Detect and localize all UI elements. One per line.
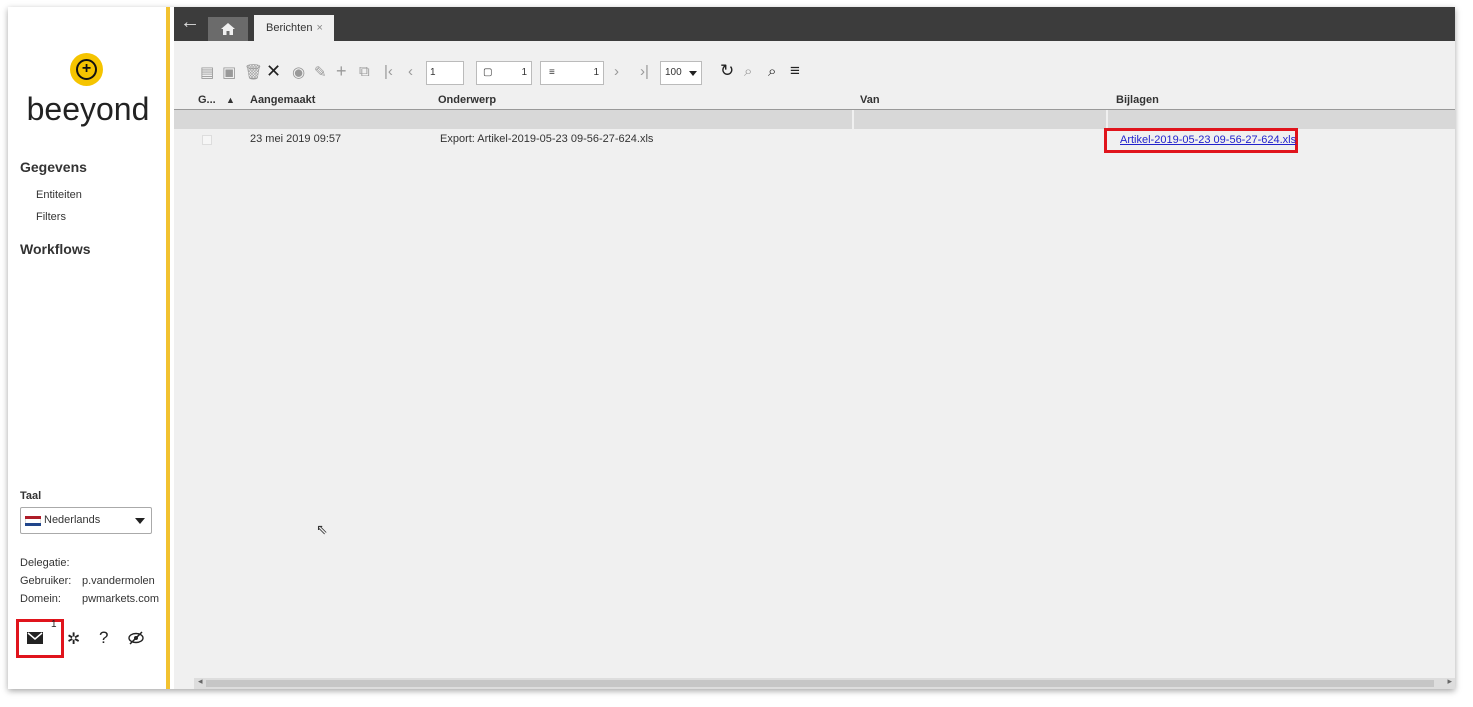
nav-section-gegevens[interactable]: Gegevens [20, 159, 87, 175]
pages-icon: ▢ [483, 67, 493, 78]
hidden-eye-icon[interactable] [128, 631, 144, 650]
column-header-aangemaakt[interactable]: Aangemaakt [250, 94, 315, 106]
save-icon: ▤ [200, 64, 215, 81]
scrollbar-thumb[interactable] [206, 680, 1434, 687]
page-size-select[interactable]: 100 [660, 61, 702, 85]
gebruiker-label: Gebruiker: [20, 575, 72, 587]
chevron-down-icon [135, 518, 145, 524]
horizontal-scrollbar[interactable]: ◂ ▸ [194, 676, 1455, 689]
column-header-bijlagen[interactable]: Bijlagen [1116, 94, 1159, 106]
help-icon[interactable]: ? [99, 628, 108, 648]
attachment-link[interactable]: Artikel-2019-05-23 09-56-27-624.xls [1120, 134, 1296, 146]
tab-berichten[interactable]: Berichten × [254, 15, 334, 41]
menu-icon[interactable]: ≡ [790, 61, 800, 81]
mail-count-badge: 1 [51, 619, 57, 630]
clear-search-icon[interactable]: ⌕ [768, 63, 776, 80]
edit-icon: ✎ [314, 64, 327, 81]
page-size-value: 100 [665, 67, 682, 78]
last-page-icon: ›| [640, 63, 649, 80]
page-number-input[interactable]: 1 [426, 61, 464, 85]
home-tab[interactable] [208, 17, 248, 41]
logo: + beeyond [18, 53, 158, 128]
main-content: ▤ ▣ 🗑 ✕ ◉ ✎ + ⧉ |‹ ‹ 1 ▢ 1 ≡ 1 › ›| 100 [174, 41, 1455, 689]
trash-icon: 🗑 [244, 64, 264, 81]
nav-section-workflows[interactable]: Workflows [20, 241, 91, 257]
pages-count-field: ▢ 1 [476, 61, 532, 85]
mail-icon [27, 632, 43, 644]
grid-header: G... ▲ Aangemaakt Onderwerp Van Bijlagen [174, 92, 1455, 110]
column-header-onderwerp[interactable]: Onderwerp [438, 94, 496, 106]
cancel-icon[interactable]: ✕ [266, 61, 281, 82]
language-label: Taal [20, 490, 42, 502]
filter-divider [1106, 110, 1108, 129]
filter-row[interactable] [174, 110, 1455, 129]
nav-item-entiteiten[interactable]: Entiteiten [36, 189, 82, 201]
refresh-icon[interactable]: ↻ [720, 61, 734, 81]
pages-count: 1 [521, 67, 527, 78]
home-icon [221, 23, 235, 35]
view-icon: ◉ [292, 64, 306, 81]
logo-plus-icon: + [81, 60, 92, 77]
column-header-van[interactable]: Van [860, 94, 880, 106]
app-window: + beeyond Gegevens Entiteiten Filters Wo… [8, 7, 1455, 689]
close-tab-icon[interactable]: × [316, 22, 322, 34]
delegatie-label: Delegatie: [20, 557, 70, 569]
rows-count-field: ≡ 1 [540, 61, 604, 85]
add-icon: + [336, 61, 347, 81]
cell-aangemaakt: 23 mei 2019 09:57 [250, 133, 342, 145]
scroll-right-icon[interactable]: ▸ [1447, 676, 1452, 687]
grid-toolbar: ▤ ▣ 🗑 ✕ ◉ ✎ + ⧉ |‹ ‹ 1 ▢ 1 ≡ 1 › ›| 100 [174, 61, 974, 87]
sidebar: + beeyond Gegevens Entiteiten Filters Wo… [8, 7, 170, 689]
first-page-icon: |‹ [384, 63, 393, 80]
chevron-down-icon [689, 71, 697, 76]
back-arrow-icon[interactable]: ← [180, 11, 200, 34]
bottom-toolbar: 1 ✲ ? [16, 619, 166, 659]
copy-icon: ⧉ [359, 63, 370, 80]
tab-berichten-label: Berichten [266, 22, 313, 34]
rows-count: 1 [593, 67, 599, 78]
tab-bar: ← Berichten × [174, 7, 1455, 41]
mail-button[interactable] [27, 631, 43, 644]
language-select[interactable]: Nederlands [20, 507, 152, 534]
cell-onderwerp: Export: Artikel-2019-05-23 09-56-27-624.… [440, 133, 654, 145]
language-value: Nederlands [44, 514, 101, 526]
gebruiker-value: p.vandermolen [82, 575, 155, 587]
rows-icon: ≡ [549, 67, 555, 78]
previous-page-icon: ‹ [408, 63, 413, 80]
filter-divider [852, 110, 854, 129]
logo-text: beeyond [26, 91, 150, 127]
search-icon: ⌕ [744, 63, 753, 80]
save-close-icon: ▣ [222, 64, 237, 81]
row-checkbox[interactable] [202, 135, 212, 145]
nav-item-filters[interactable]: Filters [36, 211, 66, 223]
scroll-left-icon[interactable]: ◂ [198, 676, 203, 687]
mouse-cursor-icon: ⇖ [316, 521, 328, 537]
flag-nl-icon [25, 516, 41, 526]
next-page-icon: › [614, 63, 619, 80]
gear-icon[interactable]: ✲ [67, 629, 80, 649]
sort-ascending-icon: ▲ [226, 95, 235, 105]
domein-label: Domein: [20, 593, 61, 605]
domein-value: pwmarkets.com [82, 593, 160, 605]
column-header-g[interactable]: G... [198, 94, 216, 106]
